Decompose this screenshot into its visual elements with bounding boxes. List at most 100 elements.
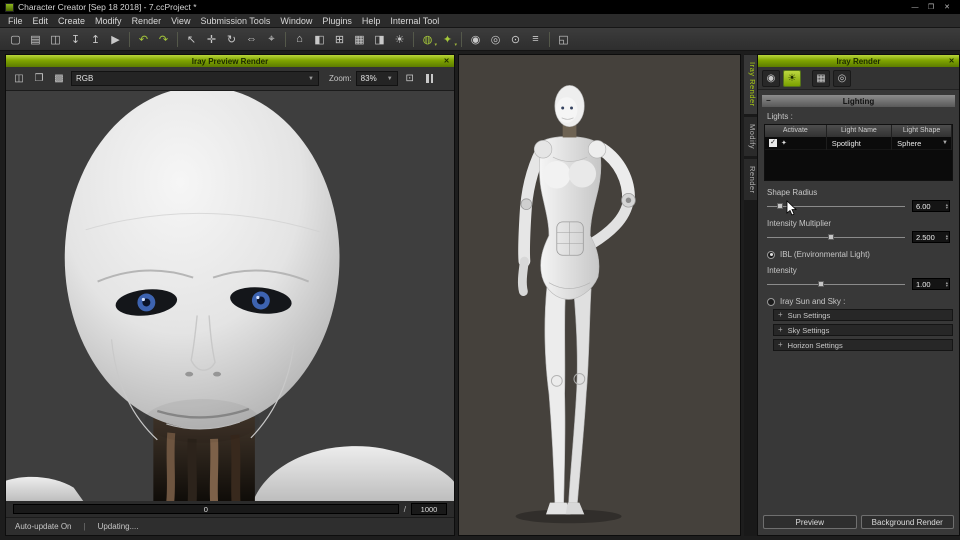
shape-radius-slider[interactable]: [767, 201, 905, 211]
scale-icon[interactable]: ⇔: [242, 30, 261, 48]
chevron-down-icon: ▼: [308, 75, 314, 82]
menu-modify[interactable]: Modify: [90, 16, 127, 26]
side-view-icon[interactable]: ◨: [370, 30, 389, 48]
sun-settings-section[interactable]: + Sun Settings: [773, 309, 953, 321]
effects-icon[interactable]: ✦ ▾: [438, 30, 457, 49]
shape-radius-input[interactable]: 6.00 ▴ ▾: [912, 200, 950, 212]
light-name-cell[interactable]: Spotlight: [827, 136, 893, 150]
spinner-arrows[interactable]: ▴ ▾: [946, 233, 949, 241]
menu-create[interactable]: Create: [53, 16, 90, 26]
menu-edit[interactable]: Edit: [28, 16, 54, 26]
menu-view[interactable]: View: [166, 16, 195, 26]
intensity-input[interactable]: 1.00 ▴ ▾: [912, 278, 950, 290]
render-options-icon[interactable]: ≡: [526, 30, 545, 48]
app-icon: [5, 2, 14, 12]
export-icon[interactable]: ↥: [86, 30, 105, 48]
render-panel-titlebar[interactable]: Iray Render ✕: [758, 55, 959, 67]
quad-view-icon[interactable]: ⊞: [330, 30, 349, 48]
channel-select[interactable]: RGB ▼: [71, 71, 319, 86]
menu-internal-tool[interactable]: Internal Tool: [385, 16, 444, 26]
lighting-section-header[interactable]: − Lighting: [762, 95, 955, 107]
intensity-multiplier-input[interactable]: 2.500 ▴ ▾: [912, 231, 950, 243]
maximize-button[interactable]: ❐: [923, 1, 939, 13]
grid-view-icon[interactable]: ▦: [350, 30, 369, 48]
background-render-button[interactable]: Background Render: [860, 515, 954, 529]
lighting-section-title: Lighting: [842, 96, 875, 106]
intensity-slider[interactable]: [767, 279, 905, 289]
save-project-icon[interactable]: ◫: [46, 30, 65, 48]
status-separator: |: [83, 522, 86, 531]
preview-button[interactable]: Preview: [763, 515, 857, 529]
redo-icon[interactable]: ↷: [154, 30, 173, 48]
menu-window[interactable]: Window: [275, 16, 317, 26]
camera-view-icon[interactable]: ◧: [310, 30, 329, 48]
alpha-checker-icon[interactable]: ▩: [51, 71, 67, 87]
select-icon[interactable]: ↖: [182, 30, 201, 48]
preview-render-image: [6, 91, 454, 501]
expand-icon[interactable]: +: [778, 310, 783, 320]
ibl-radio[interactable]: [767, 250, 775, 259]
horizon-settings-section[interactable]: + Horizon Settings: [773, 339, 953, 351]
light-icon[interactable]: ☀: [390, 30, 409, 48]
progress-total-input[interactable]: 1000: [411, 503, 447, 515]
intensity-multiplier-slider-thumb[interactable]: [827, 234, 834, 240]
copy-image-icon[interactable]: ❐: [31, 71, 47, 87]
menu-submission-tools[interactable]: Submission Tools: [195, 16, 275, 26]
light-shape-dropdown[interactable]: Sphere ▼: [892, 136, 952, 150]
minimize-button[interactable]: —: [907, 1, 923, 13]
visibility-icon[interactable]: ⊙: [506, 30, 525, 48]
tab-render[interactable]: Render: [744, 158, 757, 201]
home-view-icon[interactable]: ⌂: [290, 30, 309, 48]
environment-tab-icon[interactable]: ◎: [833, 69, 851, 87]
column-light-name[interactable]: Light Name: [826, 125, 893, 137]
close-icon[interactable]: ✕: [441, 55, 452, 66]
fit-view-icon[interactable]: ⊡: [402, 71, 418, 87]
render-image-icon[interactable]: ◉: [466, 30, 485, 48]
save-image-icon[interactable]: ◫: [11, 71, 27, 87]
intensity-multiplier-value: 2.500: [916, 232, 935, 242]
menu-help[interactable]: Help: [357, 16, 386, 26]
render-settings-tab-icon[interactable]: ◉: [762, 69, 780, 87]
pause-icon[interactable]: [422, 71, 438, 87]
spinner-arrows[interactable]: ▴ ▾: [946, 280, 949, 288]
3d-viewport[interactable]: [458, 54, 741, 536]
lighting-tab-icon[interactable]: ☀: [783, 69, 801, 87]
import-icon[interactable]: ↧: [66, 30, 85, 48]
pivot-icon[interactable]: ⌖: [262, 30, 281, 48]
render-progress-bar: 0: [13, 504, 399, 514]
zoom-value: 83%: [360, 74, 377, 83]
menu-render[interactable]: Render: [127, 16, 167, 26]
close-icon[interactable]: ✕: [946, 55, 957, 66]
zoom-select[interactable]: 83% ▼: [355, 71, 398, 86]
atmosphere-icon[interactable]: ◍ ▾: [418, 30, 437, 49]
tab-modify[interactable]: Modify: [744, 116, 757, 156]
sky-settings-section[interactable]: + Sky Settings: [773, 324, 953, 336]
main-toolbar: ▢ ▤ ◫ ↧ ↥ ▶ ↶ ↷ ↖ ✛ ↻ ⇔ ⌖ ⌂ ◧ ⊞ ▦ ◨ ☀ ◍ ▾…: [0, 28, 960, 51]
preview-render-icon[interactable]: ◎: [486, 30, 505, 48]
send-to-icon[interactable]: ▶: [106, 30, 125, 48]
tab-iray-render[interactable]: Iray Render: [744, 55, 757, 114]
menu-plugins[interactable]: Plugins: [317, 16, 357, 26]
close-button[interactable]: ✕: [939, 1, 955, 13]
intensity-multiplier-slider[interactable]: [767, 232, 905, 242]
fullscreen-render-icon[interactable]: ◱: [554, 30, 573, 48]
undo-icon[interactable]: ↶: [134, 30, 153, 48]
material-tab-icon[interactable]: ▦: [812, 69, 830, 87]
shape-radius-slider-thumb[interactable]: [776, 203, 783, 209]
preview-panel-titlebar[interactable]: Iray Preview Render ✕: [6, 55, 454, 67]
new-project-icon[interactable]: ▢: [6, 30, 25, 48]
intensity-slider-thumb[interactable]: [818, 281, 825, 287]
move-icon[interactable]: ✛: [202, 30, 221, 48]
column-activate[interactable]: Activate: [765, 125, 827, 137]
spinner-arrows[interactable]: ▴ ▾: [946, 202, 949, 210]
activate-checkbox[interactable]: ✓: [769, 139, 777, 147]
expand-icon[interactable]: +: [778, 325, 783, 335]
sunsky-radio[interactable]: [767, 297, 775, 306]
rotate-icon[interactable]: ↻: [222, 30, 241, 48]
menu-file[interactable]: File: [3, 16, 28, 26]
column-light-shape[interactable]: Light Shape: [892, 125, 952, 137]
open-project-icon[interactable]: ▤: [26, 30, 45, 48]
light-row-spotlight[interactable]: ✓ ✦ Spotlight Sphere ▼: [765, 136, 952, 150]
collapse-icon[interactable]: −: [766, 95, 771, 107]
expand-icon[interactable]: +: [778, 340, 783, 350]
